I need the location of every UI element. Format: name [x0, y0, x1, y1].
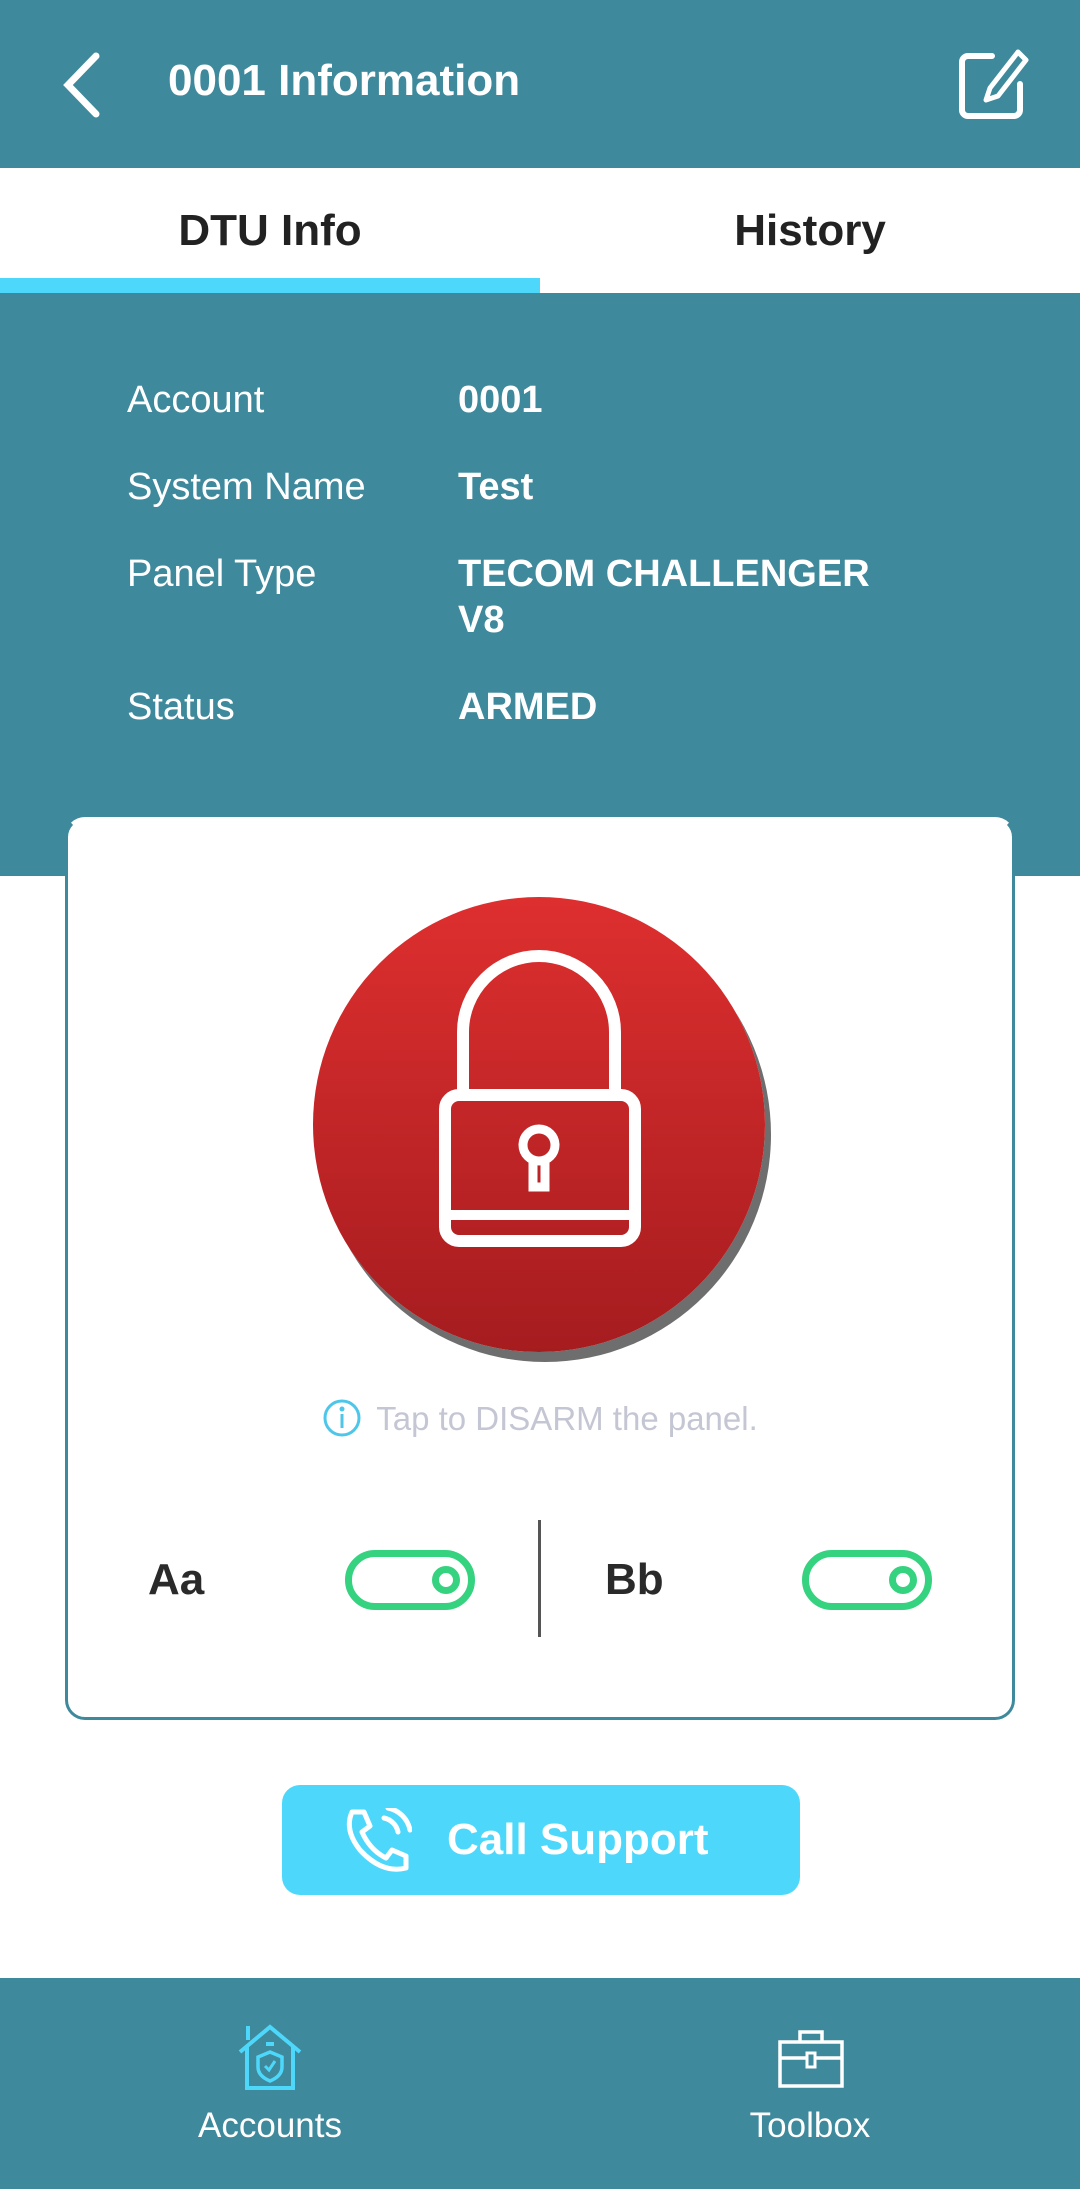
- call-support-button[interactable]: Call Support: [282, 1785, 800, 1895]
- hint-text: Tap to DISARM the panel.: [376, 1400, 758, 1437]
- padlock-icon: [439, 950, 641, 1247]
- nav-accounts-label: Accounts: [198, 2106, 342, 2145]
- edit-icon[interactable]: [958, 48, 1030, 120]
- disarm-button[interactable]: [313, 897, 765, 1352]
- status-value: ARMED: [458, 686, 598, 728]
- page-title: 0001 Information: [168, 56, 521, 105]
- toggle-aa[interactable]: [345, 1550, 475, 1610]
- dtu-info-panel: Account 0001 System Name Test Panel Type…: [0, 293, 1080, 876]
- call-support-label: Call Support: [447, 1815, 709, 1864]
- system-name-label: System Name: [127, 466, 366, 508]
- tab-dtu-info[interactable]: DTU Info: [0, 206, 540, 256]
- active-tab-indicator: [0, 278, 540, 293]
- panel-type-value: TECOM CHALLENGER V8: [458, 553, 870, 641]
- account-label: Account: [127, 379, 265, 421]
- app-header: 0001 Information: [0, 0, 1080, 168]
- tab-history[interactable]: History: [540, 206, 1080, 256]
- toggle-aa-label: Aa: [148, 1555, 205, 1604]
- divider: [538, 1520, 541, 1637]
- tab-bar: DTU Info History: [0, 168, 1080, 293]
- toolbox-icon: [778, 2030, 844, 2088]
- status-label: Status: [127, 686, 235, 728]
- disarm-hint: Tap to DISARM the panel.: [0, 1398, 1080, 1438]
- nav-toolbox[interactable]: Toolbox: [660, 1978, 960, 2189]
- toggle-knob: [432, 1566, 460, 1594]
- nav-toolbox-label: Toolbox: [749, 2106, 871, 2145]
- toggle-knob: [889, 1566, 917, 1594]
- info-icon: [323, 1399, 361, 1437]
- nav-accounts[interactable]: Accounts: [120, 1978, 420, 2189]
- toggle-bb[interactable]: [802, 1550, 932, 1610]
- system-name-value: Test: [458, 466, 534, 508]
- bottom-nav: Accounts Toolbox: [0, 1978, 1080, 2189]
- toggle-bb-label: Bb: [605, 1555, 664, 1604]
- phone-icon: [346, 1808, 412, 1872]
- account-value: 0001: [458, 379, 543, 421]
- home-shield-icon: [238, 2024, 302, 2090]
- panel-type-label: Panel Type: [127, 553, 317, 595]
- chevron-left-icon[interactable]: [58, 50, 108, 120]
